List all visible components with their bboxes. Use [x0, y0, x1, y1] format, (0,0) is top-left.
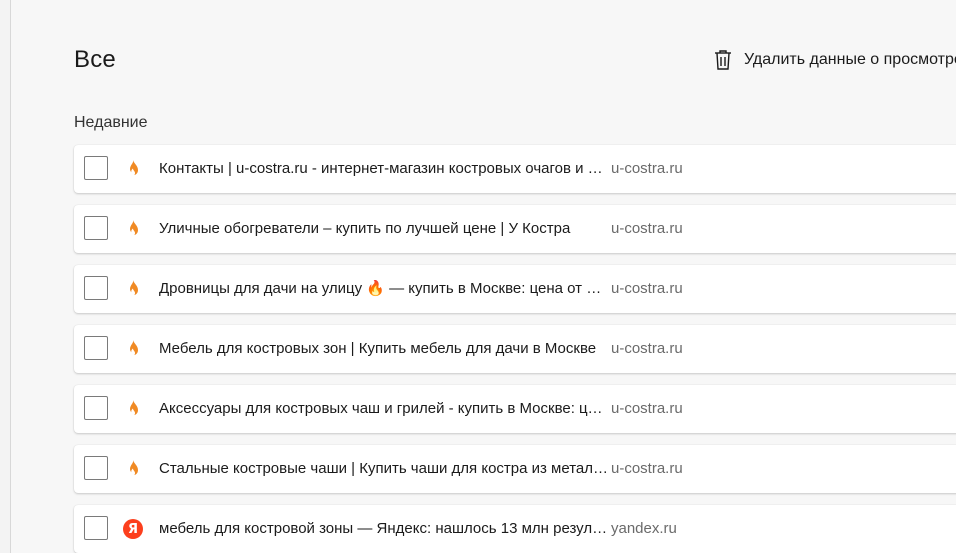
yandex-icon: Я [123, 519, 143, 539]
trash-icon [712, 48, 734, 72]
flame-icon [123, 459, 143, 479]
history-item-checkbox[interactable] [84, 276, 108, 300]
history-item-checkbox[interactable] [84, 156, 108, 180]
history-item-domain: yandex.ru [611, 520, 677, 537]
history-item[interactable]: Стальные костровые чаши | Купить чаши дл… [74, 445, 956, 493]
flame-icon [123, 339, 143, 359]
history-item-domain: u-costra.ru [611, 400, 683, 417]
history-page: Все Удалить данные о просмотре Недавние … [0, 0, 956, 553]
history-item-title[interactable]: Контакты | u-costra.ru - интернет-магази… [159, 160, 609, 178]
history-item[interactable]: Аксессуары для костровых чаш и грилей - … [74, 385, 956, 433]
history-item-checkbox[interactable] [84, 456, 108, 480]
flame-icon [123, 219, 143, 239]
history-item-domain: u-costra.ru [611, 340, 683, 357]
clear-browsing-data-label: Удалить данные о просмотре [744, 51, 956, 68]
history-item[interactable]: Уличные обогреватели – купить по лучшей … [74, 205, 956, 253]
history-item-domain: u-costra.ru [611, 280, 683, 297]
history-item[interactable]: Мебель для костровых зон | Купить мебель… [74, 325, 956, 373]
history-item-title[interactable]: Уличные обогреватели – купить по лучшей … [159, 220, 609, 238]
history-item-domain: u-costra.ru [611, 160, 683, 177]
history-item-checkbox[interactable] [84, 396, 108, 420]
history-item-checkbox[interactable] [84, 516, 108, 540]
sidebar-edge [0, 0, 11, 553]
flame-icon [123, 399, 143, 419]
section-recent-label: Недавние [74, 114, 148, 131]
history-item-domain: u-costra.ru [611, 220, 683, 237]
history-item-checkbox[interactable] [84, 216, 108, 240]
history-item[interactable]: Ямебель для костровой зоны — Яндекс: наш… [74, 505, 956, 553]
flame-icon [123, 159, 143, 179]
history-item-title[interactable]: Стальные костровые чаши | Купить чаши дл… [159, 460, 609, 478]
history-item-title[interactable]: Дровницы для дачи на улицу 🔥 — купить в … [159, 280, 609, 298]
history-item[interactable]: Дровницы для дачи на улицу 🔥 — купить в … [74, 265, 956, 313]
history-item-domain: u-costra.ru [611, 460, 683, 477]
history-item-title[interactable]: Аксессуары для костровых чаш и грилей - … [159, 400, 609, 418]
history-list: Контакты | u-costra.ru - интернет-магази… [74, 145, 956, 553]
history-item-title[interactable]: мебель для костровой зоны — Яндекс: нашл… [159, 520, 609, 538]
clear-browsing-data-button[interactable]: Удалить данные о просмотре [712, 48, 956, 72]
page-title: Все [74, 46, 116, 73]
history-item[interactable]: Контакты | u-costra.ru - интернет-магази… [74, 145, 956, 193]
history-item-checkbox[interactable] [84, 336, 108, 360]
yandex-logo: Я [123, 519, 143, 539]
history-item-title[interactable]: Мебель для костровых зон | Купить мебель… [159, 340, 609, 358]
flame-icon [123, 279, 143, 299]
